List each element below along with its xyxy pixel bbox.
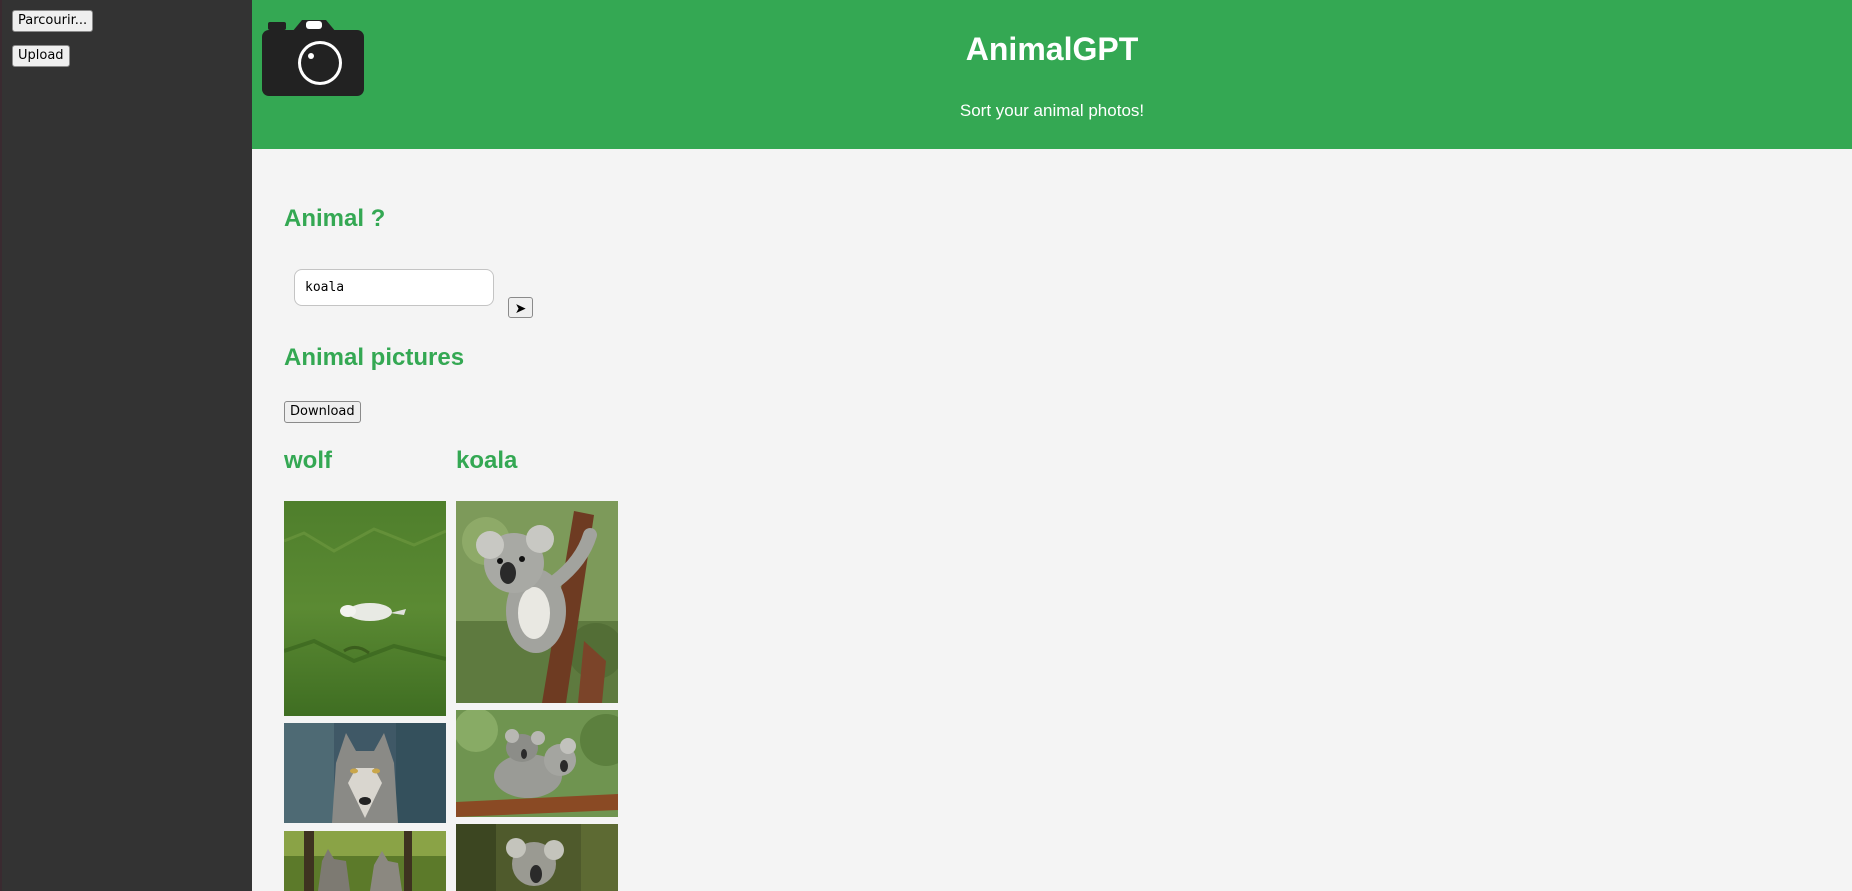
header: AnimalGPT Sort your animal photos! [252,0,1852,149]
photo-two-wolves-forest[interactable] [284,831,446,891]
sidebar: Parcourir... Upload [0,0,252,891]
photo-koala-in-forest[interactable] [456,824,618,891]
photo-koala-mother-baby[interactable] [456,710,618,817]
download-button[interactable]: Download [284,401,361,423]
app-title: AnimalGPT [965,31,1139,67]
upload-button[interactable]: Upload [12,45,70,67]
animal-query-heading: Animal ? [284,205,386,232]
photo-wolf-portrait[interactable] [284,723,446,823]
photo-koala-climbing[interactable] [456,501,618,703]
group-heading-koala: koala [456,447,518,474]
photo-wolf-white-lying[interactable] [284,501,446,716]
main-content: Animal ? ➤ Animal pictures Download wolf [252,149,1852,891]
group-heading-wolf: wolf [284,447,332,474]
animal-pictures-heading: Animal pictures [284,344,465,371]
browse-button[interactable]: Parcourir... [12,10,94,32]
animal-input[interactable] [294,269,494,306]
app-subtitle: Sort your animal photos! [959,101,1145,120]
send-button[interactable]: ➤ [508,297,533,318]
